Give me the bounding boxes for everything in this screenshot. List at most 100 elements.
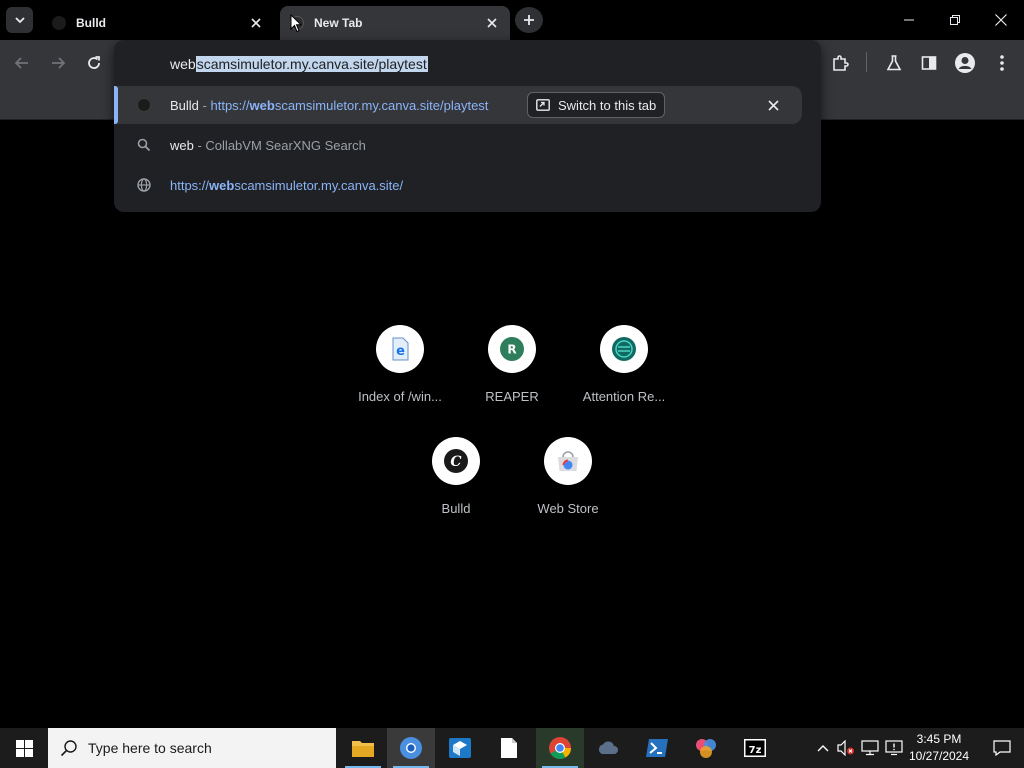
- tab-search-button[interactable]: [6, 7, 33, 33]
- chromium-icon: [400, 737, 422, 759]
- restore-icon: [950, 15, 960, 25]
- side-panel-button[interactable]: [916, 50, 942, 76]
- reload-icon: [88, 56, 100, 69]
- clock-date: 10/27/2024: [908, 749, 970, 763]
- bulld-favicon-icon: [52, 16, 66, 30]
- network-icon: [861, 740, 879, 756]
- switch-to-tab-label: Switch to this tab: [558, 97, 657, 113]
- display-button[interactable]: [883, 728, 905, 768]
- suggestion-text: web - CollabVM SearXNG Search: [170, 137, 366, 153]
- plus-icon: [524, 15, 534, 25]
- shortcut-tile[interactable]: Web Store: [512, 437, 624, 537]
- search-placeholder: Type here to search: [88, 740, 212, 756]
- shortcut-tile[interactable]: C Bulld: [400, 437, 512, 537]
- new-tab-button[interactable]: [515, 7, 543, 33]
- document-icon: [501, 738, 517, 758]
- tray-overflow-button[interactable]: [813, 728, 833, 768]
- arrow-left-icon: [14, 57, 28, 69]
- address-bar-input[interactable]: web scamsimuletor.my.canva.site/playtest: [170, 54, 428, 74]
- tab-new-tab[interactable]: New Tab: [280, 6, 510, 40]
- bulld-favicon-icon: [136, 97, 152, 113]
- suggestion-search[interactable]: web - CollabVM SearXNG Search: [114, 126, 821, 164]
- suggestion-text: https://webscamsimuletor.my.canva.site/: [170, 177, 404, 193]
- cloud-icon: [598, 741, 618, 754]
- switch-to-tab-button[interactable]: Switch to this tab: [527, 92, 666, 118]
- network-button[interactable]: [859, 728, 881, 768]
- bulld-icon: C: [432, 437, 480, 485]
- toolbar-divider: [866, 52, 867, 72]
- shortcut-label: Bulld: [441, 501, 471, 516]
- minimize-button[interactable]: [886, 0, 932, 40]
- suggestion-open-tab[interactable]: Bulld - https://webscamsimuletor.my.canv…: [114, 86, 802, 124]
- shortcut-label: Web Store: [537, 501, 599, 516]
- forward-button[interactable]: [45, 50, 71, 76]
- arrow-right-icon: [52, 57, 66, 69]
- remove-suggestion-button[interactable]: [765, 97, 781, 113]
- autocomplete-selection: scamsimuletor.my.canva.site/playtest: [195, 56, 428, 72]
- labs-button[interactable]: [881, 50, 907, 76]
- svg-text:7z: 7z: [749, 745, 762, 756]
- menu-button[interactable]: [989, 50, 1015, 76]
- svg-text:C: C: [450, 454, 461, 470]
- taskbar-powershell[interactable]: [633, 728, 681, 768]
- volume-button[interactable]: [835, 728, 857, 768]
- taskbar-chrome[interactable]: [536, 728, 584, 768]
- puzzle-icon: [833, 55, 849, 71]
- clock-time: 3:45 PM: [916, 732, 962, 746]
- kebab-menu-icon: [1000, 55, 1004, 71]
- tab-strip: Bulld New Tab: [0, 0, 1024, 40]
- suggestion-text: Bulld - https://webscamsimuletor.my.canv…: [170, 97, 489, 113]
- taskbar-vm-app[interactable]: [584, 728, 632, 768]
- taskbar-chromium[interactable]: [387, 728, 435, 768]
- svg-text:e: e: [396, 344, 405, 359]
- taskbar-7zip[interactable]: 7z: [731, 728, 779, 768]
- start-button[interactable]: [0, 728, 48, 768]
- 7zip-icon: 7z: [744, 739, 766, 757]
- volume-muted-icon: [837, 740, 854, 756]
- svg-text:R: R: [507, 343, 516, 357]
- tab-close-icon[interactable]: [248, 15, 264, 31]
- tab-close-icon[interactable]: [484, 15, 500, 31]
- tab-bulld[interactable]: Bulld: [42, 6, 274, 40]
- paint-icon: [696, 739, 716, 758]
- taskbar-paint-app[interactable]: [682, 728, 730, 768]
- reaper-icon: R: [488, 325, 536, 373]
- shortcut-label: Index of /win...: [358, 389, 442, 404]
- taskbar-package-app[interactable]: [436, 728, 484, 768]
- shortcut-label: Attention Re...: [582, 389, 666, 404]
- back-button[interactable]: [9, 50, 35, 76]
- folder-icon: [352, 741, 374, 757]
- reload-button[interactable]: [81, 50, 107, 76]
- ie-document-icon: e: [376, 325, 424, 373]
- chrome-icon: [549, 737, 571, 759]
- display-warning-icon: [885, 740, 903, 756]
- close-window-button[interactable]: [978, 0, 1024, 40]
- taskbar-notepad[interactable]: [485, 728, 533, 768]
- taskbar-file-explorer[interactable]: [339, 728, 387, 768]
- extensions-button[interactable]: [827, 50, 853, 76]
- windows-taskbar: Type here to search 7z 3:45 PM 10/27/202…: [0, 728, 1024, 768]
- close-icon: [995, 14, 1007, 26]
- chevron-up-icon: [817, 745, 829, 752]
- avatar-icon: [955, 53, 975, 73]
- shortcut-tile[interactable]: Attention Re...: [568, 325, 680, 425]
- notification-icon: [993, 740, 1011, 756]
- shortcut-tile[interactable]: R REAPER: [456, 325, 568, 425]
- attention-icon: [600, 325, 648, 373]
- notification-center-button[interactable]: [980, 728, 1024, 768]
- suggestion-url[interactable]: https://webscamsimuletor.my.canva.site/: [114, 166, 821, 204]
- taskbar-search-input[interactable]: Type here to search: [48, 728, 336, 768]
- taskbar-clock[interactable]: 3:45 PM 10/27/2024: [906, 731, 972, 765]
- omnibox-dropdown: web scamsimuletor.my.canva.site/playtest …: [114, 40, 821, 212]
- switch-tab-icon: [536, 99, 550, 111]
- restore-button[interactable]: [932, 0, 978, 40]
- shortcut-tile[interactable]: e Index of /win...: [344, 325, 456, 425]
- typed-text: web: [170, 56, 196, 72]
- windows-logo-icon: [15, 739, 33, 757]
- globe-icon: [136, 177, 152, 193]
- tab-title: New Tab: [314, 16, 363, 30]
- search-icon: [60, 740, 77, 757]
- mouse-cursor-icon: [290, 14, 302, 33]
- close-icon: [767, 99, 779, 111]
- profile-button[interactable]: [952, 50, 978, 76]
